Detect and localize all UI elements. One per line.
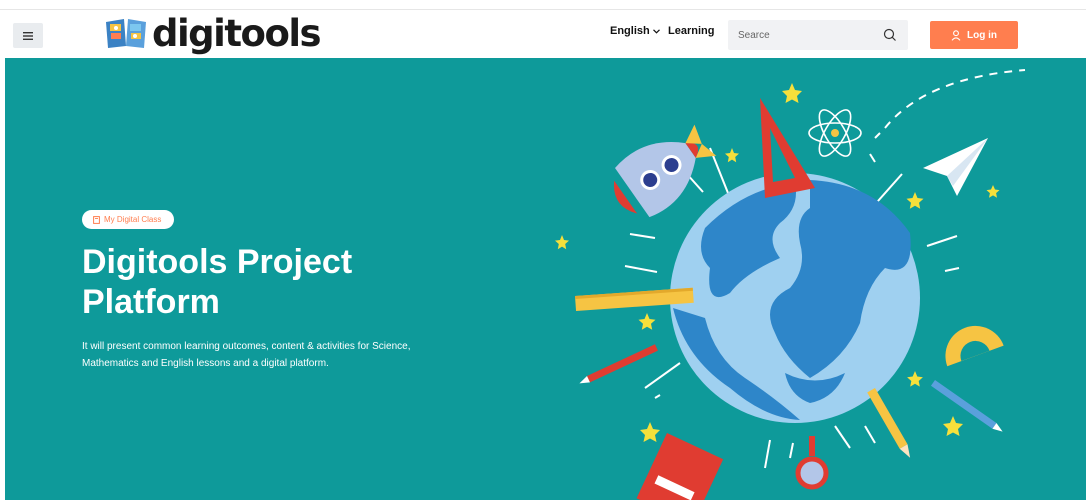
hero-title-line-1: Digitools Project — [82, 243, 353, 281]
logo-text: digitools — [152, 11, 322, 55]
nav-learning-link[interactable]: Learning — [668, 25, 714, 37]
login-label: Log in — [967, 29, 997, 41]
globe — [670, 173, 920, 423]
blue-pencil — [930, 380, 1003, 432]
search-input[interactable] — [728, 20, 878, 50]
search-box — [728, 20, 908, 50]
red-pencil — [579, 344, 658, 384]
hero-description: It will present common learning outcomes… — [82, 338, 482, 372]
top-divider — [0, 0, 1086, 10]
protractor — [945, 325, 1004, 367]
paper-plane — [923, 138, 988, 196]
hero-title-line-2: Platform — [82, 283, 220, 321]
user-icon — [951, 29, 961, 41]
hero-title: Digitools Project Platform — [82, 242, 442, 322]
book-logo-icon — [106, 19, 146, 48]
education-illustration — [555, 69, 1026, 500]
language-label: English — [610, 25, 650, 37]
hero-description-line-2: Mathematics and English lessons and a di… — [82, 358, 329, 369]
magnifier — [795, 436, 829, 490]
chevron-down-icon — [652, 28, 660, 34]
menu-icon — [23, 31, 33, 40]
site-logo[interactable]: digitools — [104, 11, 322, 55]
search-icon[interactable] — [882, 27, 898, 43]
hero-description-line-1: It will present common learning outcomes… — [82, 341, 411, 352]
badge-label: My Digital Class — [104, 215, 162, 224]
hero-section: My Digital Class Digitools Project Platf… — [5, 58, 1086, 500]
notebook — [636, 433, 724, 500]
learning-label: Learning — [668, 25, 715, 37]
bookmark-icon — [93, 215, 100, 224]
site-header: digitools English Learning Log in — [0, 11, 1086, 58]
yellow-pencil — [867, 388, 911, 458]
my-digital-class-badge[interactable]: My Digital Class — [82, 210, 175, 229]
atom — [808, 109, 862, 157]
login-button[interactable]: Log in — [930, 21, 1018, 49]
menu-button[interactable] — [13, 23, 43, 48]
triangle-ruler — [760, 98, 815, 198]
flight-path — [884, 69, 1026, 129]
language-selector[interactable]: English — [610, 25, 660, 37]
